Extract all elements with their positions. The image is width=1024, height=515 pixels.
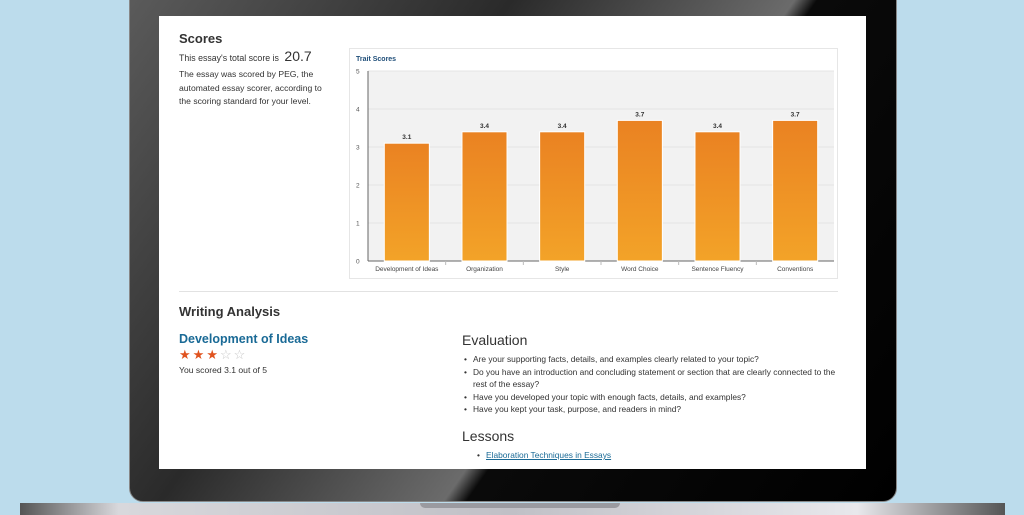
bar (616, 119, 663, 262)
total-score-value: 20.7 (284, 48, 312, 64)
x-tick-label: Style (555, 266, 570, 273)
scores-description: The essay was scored by PEG, the automat… (179, 69, 322, 106)
lesson-link[interactable]: Elaboration Techniques in Essays (486, 450, 611, 460)
trait-name: Development of Ideas (179, 332, 309, 346)
x-tick-label: Sentence Fluency (691, 266, 744, 273)
star-filled-icon: ★ (206, 347, 220, 362)
total-score-label: This essay's total score is (179, 53, 279, 63)
laptop-screen: Scores This essay's total score is 20.7 … (159, 16, 866, 469)
star-empty-icon: ☆ (219, 347, 234, 362)
trait-scores-chart: Trait Scores 0 1 2 3 4 5 3.1 Development of Ide… (349, 48, 838, 279)
x-tick-label: Development of Ideas (375, 266, 439, 273)
evaluation-item: Do you have an introduction and concludi… (464, 366, 844, 391)
lessons-heading: Lessons (462, 428, 515, 444)
scores-heading: Scores (179, 31, 223, 46)
laptop-notch (420, 503, 620, 508)
y-tick-label: 3 (356, 145, 360, 152)
data-label: 3.4 (558, 123, 567, 130)
bar (772, 119, 819, 262)
data-label: 3.7 (791, 111, 800, 118)
data-label: 3.7 (635, 111, 644, 118)
y-tick-label: 5 (356, 69, 360, 76)
y-tick-label: 1 (356, 221, 360, 228)
x-tick-label: Conventions (777, 266, 814, 273)
x-tick-label: Organization (466, 266, 503, 273)
data-label: 3.4 (480, 123, 489, 130)
y-tick-label: 2 (356, 183, 360, 190)
evaluation-list: Are your supporting facts, details, and … (464, 353, 844, 416)
section-divider (179, 291, 838, 292)
data-label: 3.4 (713, 123, 722, 130)
chart-title: Trait Scores (356, 56, 397, 63)
evaluation-heading: Evaluation (462, 332, 528, 348)
evaluation-item: Are your supporting facts, details, and … (464, 353, 844, 366)
star-filled-icon: ★ (192, 347, 207, 362)
star-filled-icon: ★ (179, 347, 193, 362)
chart-svg: 0 1 2 3 4 5 3.1 Development of Ideas 3.4 Organiza… (356, 69, 834, 273)
lessons-list: Elaboration Techniques in Essays (477, 449, 611, 462)
trait-score-text: You scored 3.1 out of 5 (179, 365, 268, 375)
bar (461, 131, 508, 262)
star-empty-icon: ☆ (233, 347, 248, 362)
y-tick-label: 0 (356, 259, 360, 266)
total-score-line: This essay's total score is 20.7 (179, 48, 312, 64)
star-rating: ★★★☆☆ (179, 346, 247, 364)
x-tick-label: Word Choice (621, 266, 659, 273)
evaluation-item: Have you developed your topic with enoug… (464, 391, 844, 404)
bar (539, 131, 586, 262)
writing-analysis-heading: Writing Analysis (179, 304, 281, 319)
plot-area (368, 71, 834, 261)
evaluation-item: Have you kept your task, purpose, and re… (464, 403, 844, 416)
lesson-item: Elaboration Techniques in Essays (477, 449, 611, 462)
data-label: 3.1 (402, 134, 411, 141)
bar (694, 131, 741, 262)
y-tick-label: 4 (356, 107, 360, 114)
bar (383, 142, 430, 262)
